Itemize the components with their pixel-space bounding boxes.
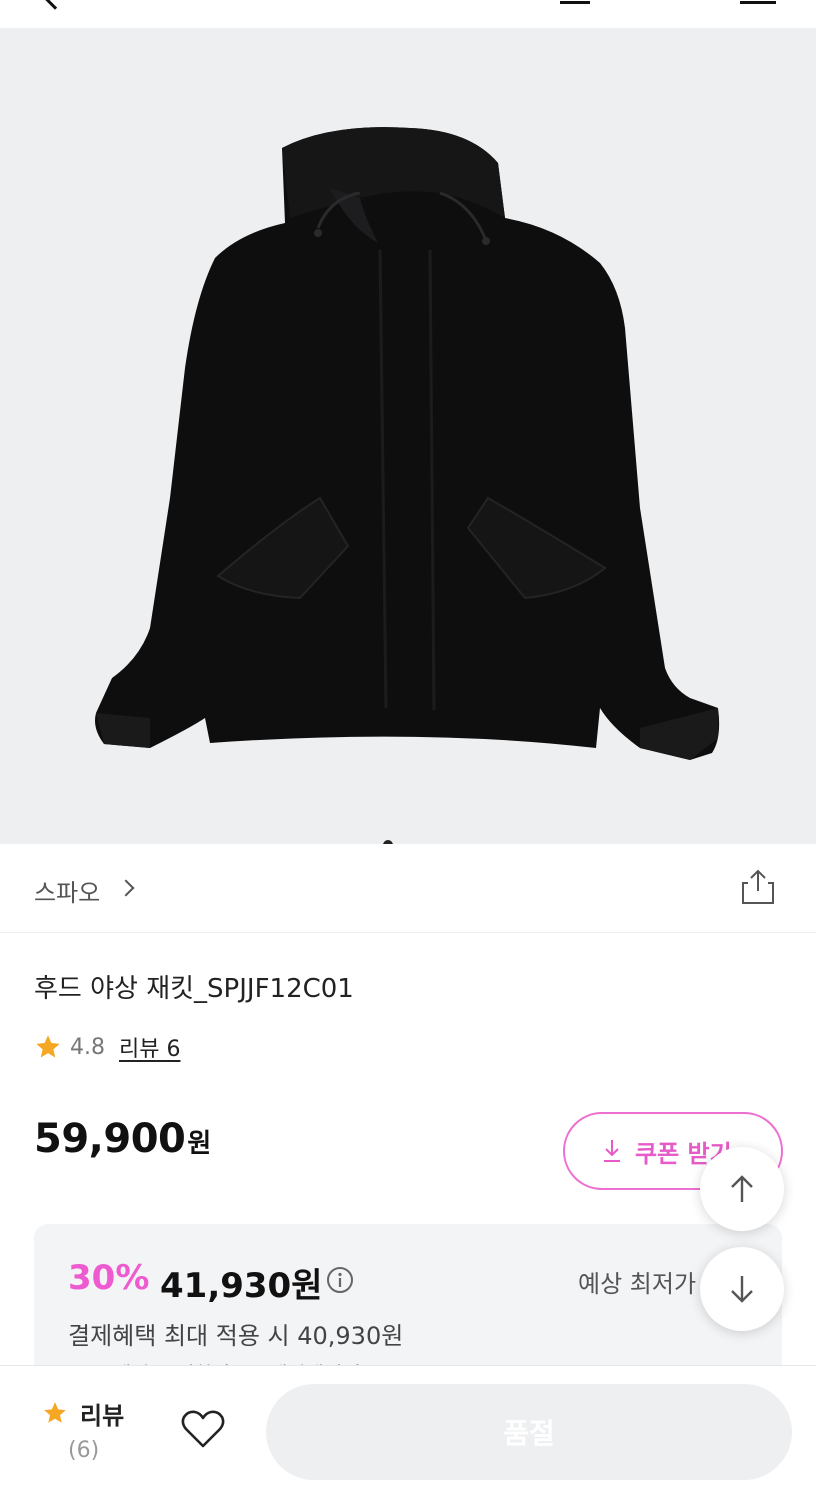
chevron-right-icon[interactable]: [117, 879, 135, 897]
price-value: 59,900: [34, 1116, 186, 1162]
price-unit: 원: [187, 1129, 212, 1159]
scroll-bottom-button[interactable]: [700, 1247, 784, 1331]
bottom-action-bar: 리뷰 (6) 품절: [0, 1365, 816, 1500]
arrow-up-icon: [731, 1175, 753, 1202]
jacket-illustration: [95, 127, 720, 760]
back-icon[interactable]: [42, 0, 68, 10]
arrow-down-icon: [731, 1276, 753, 1303]
product-image[interactable]: [0, 28, 816, 844]
scroll-top-button[interactable]: [700, 1147, 784, 1231]
info-icon[interactable]: [326, 1266, 354, 1294]
original-price: 59,900 원: [34, 1116, 211, 1162]
brand-link[interactable]: 스파오: [34, 873, 100, 908]
heart-icon[interactable]: [180, 1408, 226, 1450]
star-icon: [36, 1035, 60, 1058]
discount-price: 41,930원: [160, 1266, 323, 1306]
top-navigation-bar: [0, 0, 816, 28]
share-icon[interactable]: [740, 867, 776, 907]
bottom-review-label[interactable]: 리뷰: [80, 1396, 124, 1431]
rating-score: 4.8: [70, 1034, 105, 1060]
discount-rate: 30%: [68, 1258, 150, 1298]
payment-benefit-text: 결제혜택 최대 적용 시 40,930원: [68, 1322, 404, 1350]
brand-row: 스파오: [0, 845, 816, 933]
lowest-price-label[interactable]: 예상 최저가: [578, 1264, 696, 1299]
product-title: 후드 야상 재킷_SPJJF12C01: [34, 974, 354, 1004]
star-icon: [44, 1402, 66, 1423]
carousel-indicator-dot[interactable]: [383, 840, 393, 844]
discount-box: 30% 41,930원 예상 최저가 결제혜택 최대 적용 시 40,930원 …: [34, 1224, 782, 1384]
bottom-review-count[interactable]: (6): [68, 1438, 99, 1463]
bag-icon[interactable]: [560, 0, 590, 4]
menu-icon[interactable]: [740, 0, 776, 4]
download-icon: [604, 1140, 620, 1162]
heart-icon[interactable]: [672, 0, 692, 4]
rating-row: 4.8 리뷰 6: [34, 1032, 180, 1062]
sold-out-button[interactable]: 품절: [266, 1384, 792, 1480]
review-link[interactable]: 리뷰 6: [119, 1031, 180, 1063]
